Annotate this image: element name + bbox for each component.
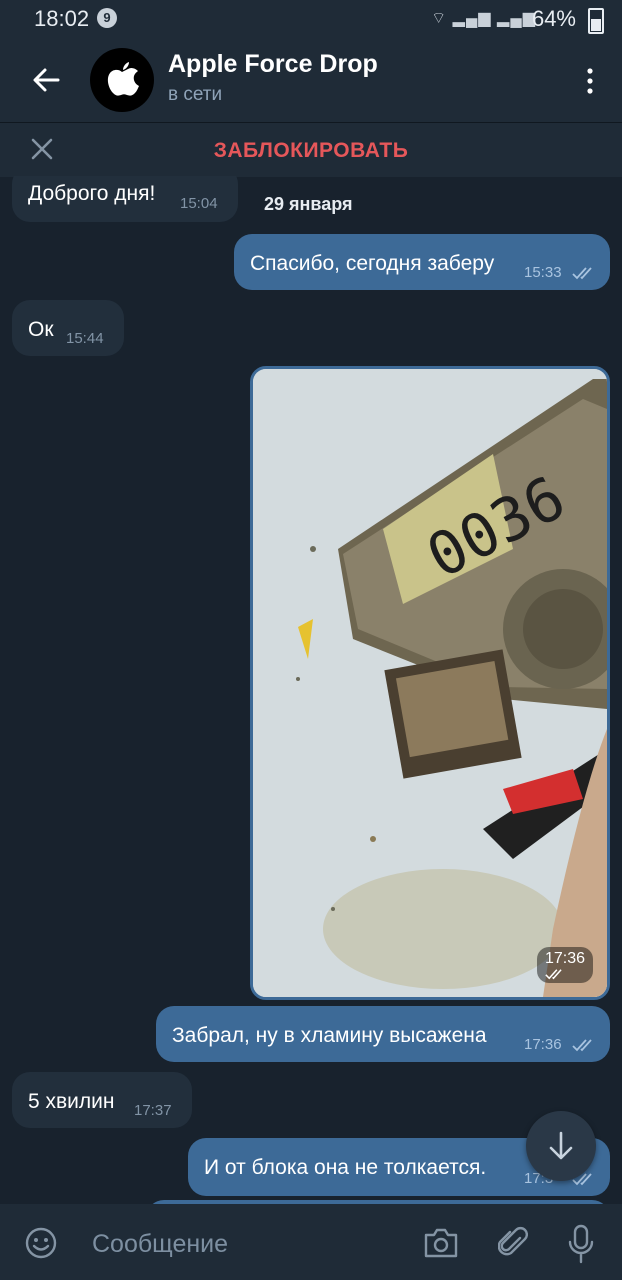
- block-bar: ЗАБЛОКИРОВАТЬ: [0, 122, 622, 177]
- double-check-icon: [572, 1039, 592, 1052]
- double-check-icon: [545, 969, 562, 980]
- chat-title[interactable]: Apple Force Drop: [168, 50, 378, 79]
- chat-header: Apple Force Drop в сети: [0, 38, 622, 122]
- block-button[interactable]: ЗАБЛОКИРОВАТЬ: [0, 139, 622, 163]
- message-composer: Сообщение: [0, 1204, 622, 1280]
- message-time: 17:37: [134, 1102, 172, 1119]
- apple-logo-icon: [107, 62, 139, 96]
- close-icon[interactable]: [28, 135, 56, 163]
- message-incoming[interactable]: 5 хвилин 17:37: [12, 1072, 192, 1128]
- camera-icon[interactable]: [422, 1226, 460, 1260]
- avatar[interactable]: [90, 48, 154, 112]
- message-outgoing[interactable]: Спасибо, сегодня заберу 15:33: [234, 234, 610, 290]
- more-vertical-icon[interactable]: [580, 66, 600, 96]
- double-check-icon: [572, 267, 592, 280]
- scroll-down-button[interactable]: [526, 1111, 596, 1181]
- message-list[interactable]: Доброго дня! 15:04 29 января Спасибо, се…: [0, 176, 622, 1204]
- arrow-down-icon: [549, 1131, 573, 1160]
- message-text: Ок: [28, 318, 54, 341]
- arrow-left-icon[interactable]: [26, 60, 66, 100]
- microphone-icon[interactable]: [568, 1224, 594, 1264]
- message-text: Доброго дня!: [28, 182, 156, 205]
- message-input[interactable]: Сообщение: [92, 1230, 228, 1259]
- battery-percent: 64%: [531, 6, 576, 31]
- message-time: 15:33: [524, 264, 562, 281]
- status-bar: 18:02 9 ⌔ ▂▄▆ ▂▄▆ 64%: [0, 0, 622, 38]
- message-time: 15:44: [66, 330, 104, 347]
- status-time: 18:02: [34, 6, 90, 31]
- paperclip-icon[interactable]: [498, 1224, 528, 1262]
- notification-count-badge: 9: [97, 8, 117, 28]
- message-text: Забрал, ну в хламину высажена: [172, 1024, 487, 1047]
- message-time: 17:36: [544, 950, 585, 967]
- signal-icons: ⌔ ▂▄▆ ▂▄▆: [431, 10, 536, 27]
- multimeter-photo: 0036: [253, 369, 607, 997]
- message-outgoing[interactable]: Забрал, ну в хламину высажена 17:36: [156, 1006, 610, 1062]
- message-time: 17:36: [524, 1036, 562, 1053]
- message-photo[interactable]: 0036 17:36: [250, 366, 610, 1000]
- online-status: в сети: [168, 84, 223, 105]
- message-incoming[interactable]: Ок 15:44: [12, 300, 124, 356]
- battery-icon: [588, 8, 604, 34]
- photo-time: 17:36: [536, 947, 593, 983]
- message-incoming[interactable]: Доброго дня! 15:04: [12, 176, 238, 222]
- message-text: 5 хвилин: [28, 1090, 115, 1113]
- date-separator: 29 января: [264, 194, 353, 214]
- emoji-icon[interactable]: [24, 1226, 58, 1260]
- message-text: И от блока она не толкается.: [204, 1156, 487, 1179]
- message-time: 15:04: [180, 195, 218, 212]
- message-text: Спасибо, сегодня заберу: [250, 252, 495, 275]
